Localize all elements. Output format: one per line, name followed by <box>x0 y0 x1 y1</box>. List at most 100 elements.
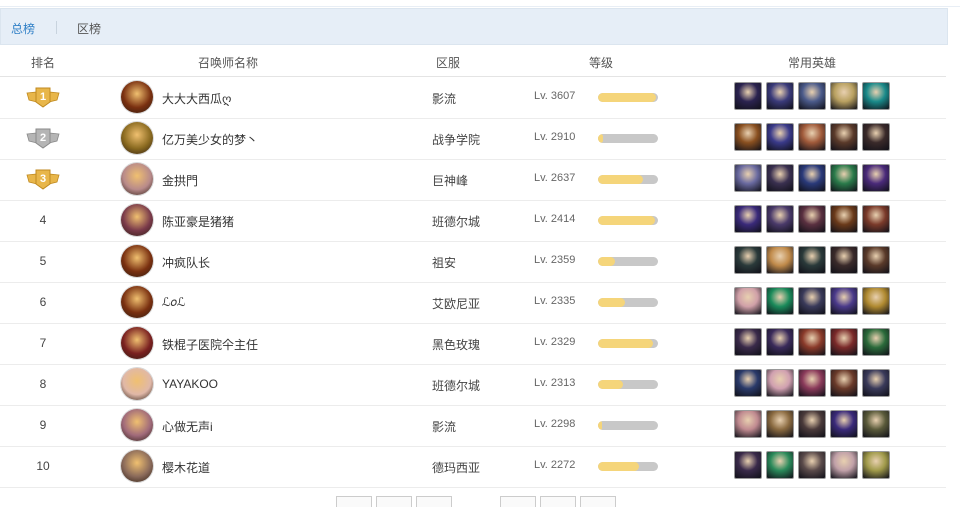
hero-icon[interactable] <box>766 164 794 192</box>
hero-icon[interactable] <box>734 287 762 315</box>
hero-icon[interactable] <box>766 123 794 151</box>
summoner-name[interactable]: 心做无声i <box>162 418 213 435</box>
hero-icon[interactable] <box>766 451 794 479</box>
hero-icon[interactable] <box>766 328 794 356</box>
summoner-name[interactable]: 铁棍子医院仐主任 <box>162 336 258 353</box>
hero-icon[interactable] <box>766 205 794 233</box>
hero-icon[interactable] <box>734 451 762 479</box>
summoner-name[interactable]: YAYAKOO <box>162 377 218 391</box>
avatar[interactable] <box>121 204 153 236</box>
hero-icon[interactable] <box>766 246 794 274</box>
summoner-name[interactable]: 樱木花道 <box>162 459 210 476</box>
hero-icon[interactable] <box>798 328 826 356</box>
region-label: 德玛西亚 <box>432 461 481 475</box>
pager-button[interactable] <box>540 496 576 507</box>
avatar[interactable] <box>121 122 153 154</box>
summoner-name[interactable]: 金拱門 <box>162 172 198 189</box>
summoner-name[interactable]: 大大大西瓜ღ <box>162 90 231 107</box>
hero-icon[interactable] <box>862 287 890 315</box>
hero-icon[interactable] <box>798 451 826 479</box>
hero-icon[interactable] <box>766 369 794 397</box>
hero-icon[interactable] <box>734 410 762 438</box>
level-progress-fill <box>598 175 643 184</box>
hero-icon[interactable] <box>830 451 858 479</box>
hero-icon[interactable] <box>766 410 794 438</box>
hero-icon[interactable] <box>862 410 890 438</box>
level-progress-fill <box>598 298 625 307</box>
level-value: Lv. 2335 <box>534 295 576 307</box>
region-label: 黑色玫瑰 <box>432 338 481 352</box>
hero-icon[interactable] <box>830 164 858 192</box>
hero-icon[interactable] <box>862 164 890 192</box>
header-heroes: 常用英雄 <box>788 56 837 70</box>
tab-overall[interactable]: 总榜 <box>11 20 35 37</box>
hero-icon[interactable] <box>798 246 826 274</box>
hero-icon[interactable] <box>798 205 826 233</box>
hero-icon[interactable] <box>862 205 890 233</box>
summoner-name[interactable]: 亿万美少女的梦丶 <box>162 131 258 148</box>
table-row: 8 YAYAKOO 班德尔城 Lv. 2313 <box>0 364 946 406</box>
avatar[interactable] <box>121 450 153 482</box>
header-level: 等级 <box>589 56 614 70</box>
hero-icon[interactable] <box>798 410 826 438</box>
hero-icon[interactable] <box>734 369 762 397</box>
summoner-name[interactable]: 陈亚豪是猪猪 <box>162 213 234 230</box>
level-value: Lv. 2298 <box>534 418 576 430</box>
pager-button[interactable] <box>416 496 452 507</box>
hero-icon[interactable] <box>830 328 858 356</box>
tab-region[interactable]: 区榜 <box>77 20 101 37</box>
avatar[interactable] <box>121 163 153 195</box>
pager-button[interactable] <box>376 496 412 507</box>
avatar[interactable] <box>121 368 153 400</box>
hero-icon[interactable] <box>734 82 762 110</box>
hero-icon[interactable] <box>862 82 890 110</box>
summoner-name[interactable]: ℒ𝑜ℒ <box>162 295 186 310</box>
hero-icon[interactable] <box>734 328 762 356</box>
header-name: 召唤师名称 <box>198 56 259 70</box>
hero-icon[interactable] <box>862 451 890 479</box>
hero-icon[interactable] <box>734 246 762 274</box>
hero-icon[interactable] <box>766 287 794 315</box>
hero-icon[interactable] <box>798 287 826 315</box>
hero-icon[interactable] <box>798 82 826 110</box>
hero-icon[interactable] <box>830 246 858 274</box>
hero-icon[interactable] <box>734 205 762 233</box>
hero-icon[interactable] <box>830 205 858 233</box>
hero-icon[interactable] <box>798 164 826 192</box>
region-label: 班德尔城 <box>432 215 481 229</box>
avatar[interactable] <box>121 81 153 113</box>
summoner-name[interactable]: 冲疯队长 <box>162 254 210 271</box>
hero-icon[interactable] <box>830 123 858 151</box>
level-progress-bar <box>598 93 658 102</box>
hero-icon[interactable] <box>862 328 890 356</box>
hero-icon[interactable] <box>734 164 762 192</box>
hero-icon[interactable] <box>798 123 826 151</box>
level-progress-bar <box>598 298 658 307</box>
pager-button[interactable] <box>336 496 372 507</box>
level-progress-fill <box>598 421 602 430</box>
level-progress-bar <box>598 134 658 143</box>
hero-icon[interactable] <box>766 82 794 110</box>
hero-icon[interactable] <box>830 287 858 315</box>
hero-icon[interactable] <box>798 369 826 397</box>
avatar[interactable] <box>121 245 153 277</box>
avatar[interactable] <box>121 409 153 441</box>
hero-icon[interactable] <box>862 246 890 274</box>
hero-icon[interactable] <box>862 123 890 151</box>
pager-button[interactable] <box>580 496 616 507</box>
medal-rank-text: 3 <box>40 173 46 185</box>
avatar[interactable] <box>121 286 153 318</box>
hero-icon[interactable] <box>734 123 762 151</box>
table-row: 5 冲疯队长 祖安 Lv. 2359 <box>0 241 946 283</box>
hero-icon[interactable] <box>862 369 890 397</box>
rank-medal-icon: 1 <box>26 85 60 109</box>
rank-number: 7 <box>39 336 47 350</box>
avatar[interactable] <box>121 327 153 359</box>
table-row: 4 陈亚豪是猪猪 班德尔城 Lv. 2414 <box>0 200 946 242</box>
hero-icon[interactable] <box>830 410 858 438</box>
region-label: 战争学院 <box>432 133 481 147</box>
hero-icon[interactable] <box>830 369 858 397</box>
header-region: 区服 <box>436 56 461 70</box>
pager-button[interactable] <box>500 496 536 507</box>
hero-icon[interactable] <box>830 82 858 110</box>
